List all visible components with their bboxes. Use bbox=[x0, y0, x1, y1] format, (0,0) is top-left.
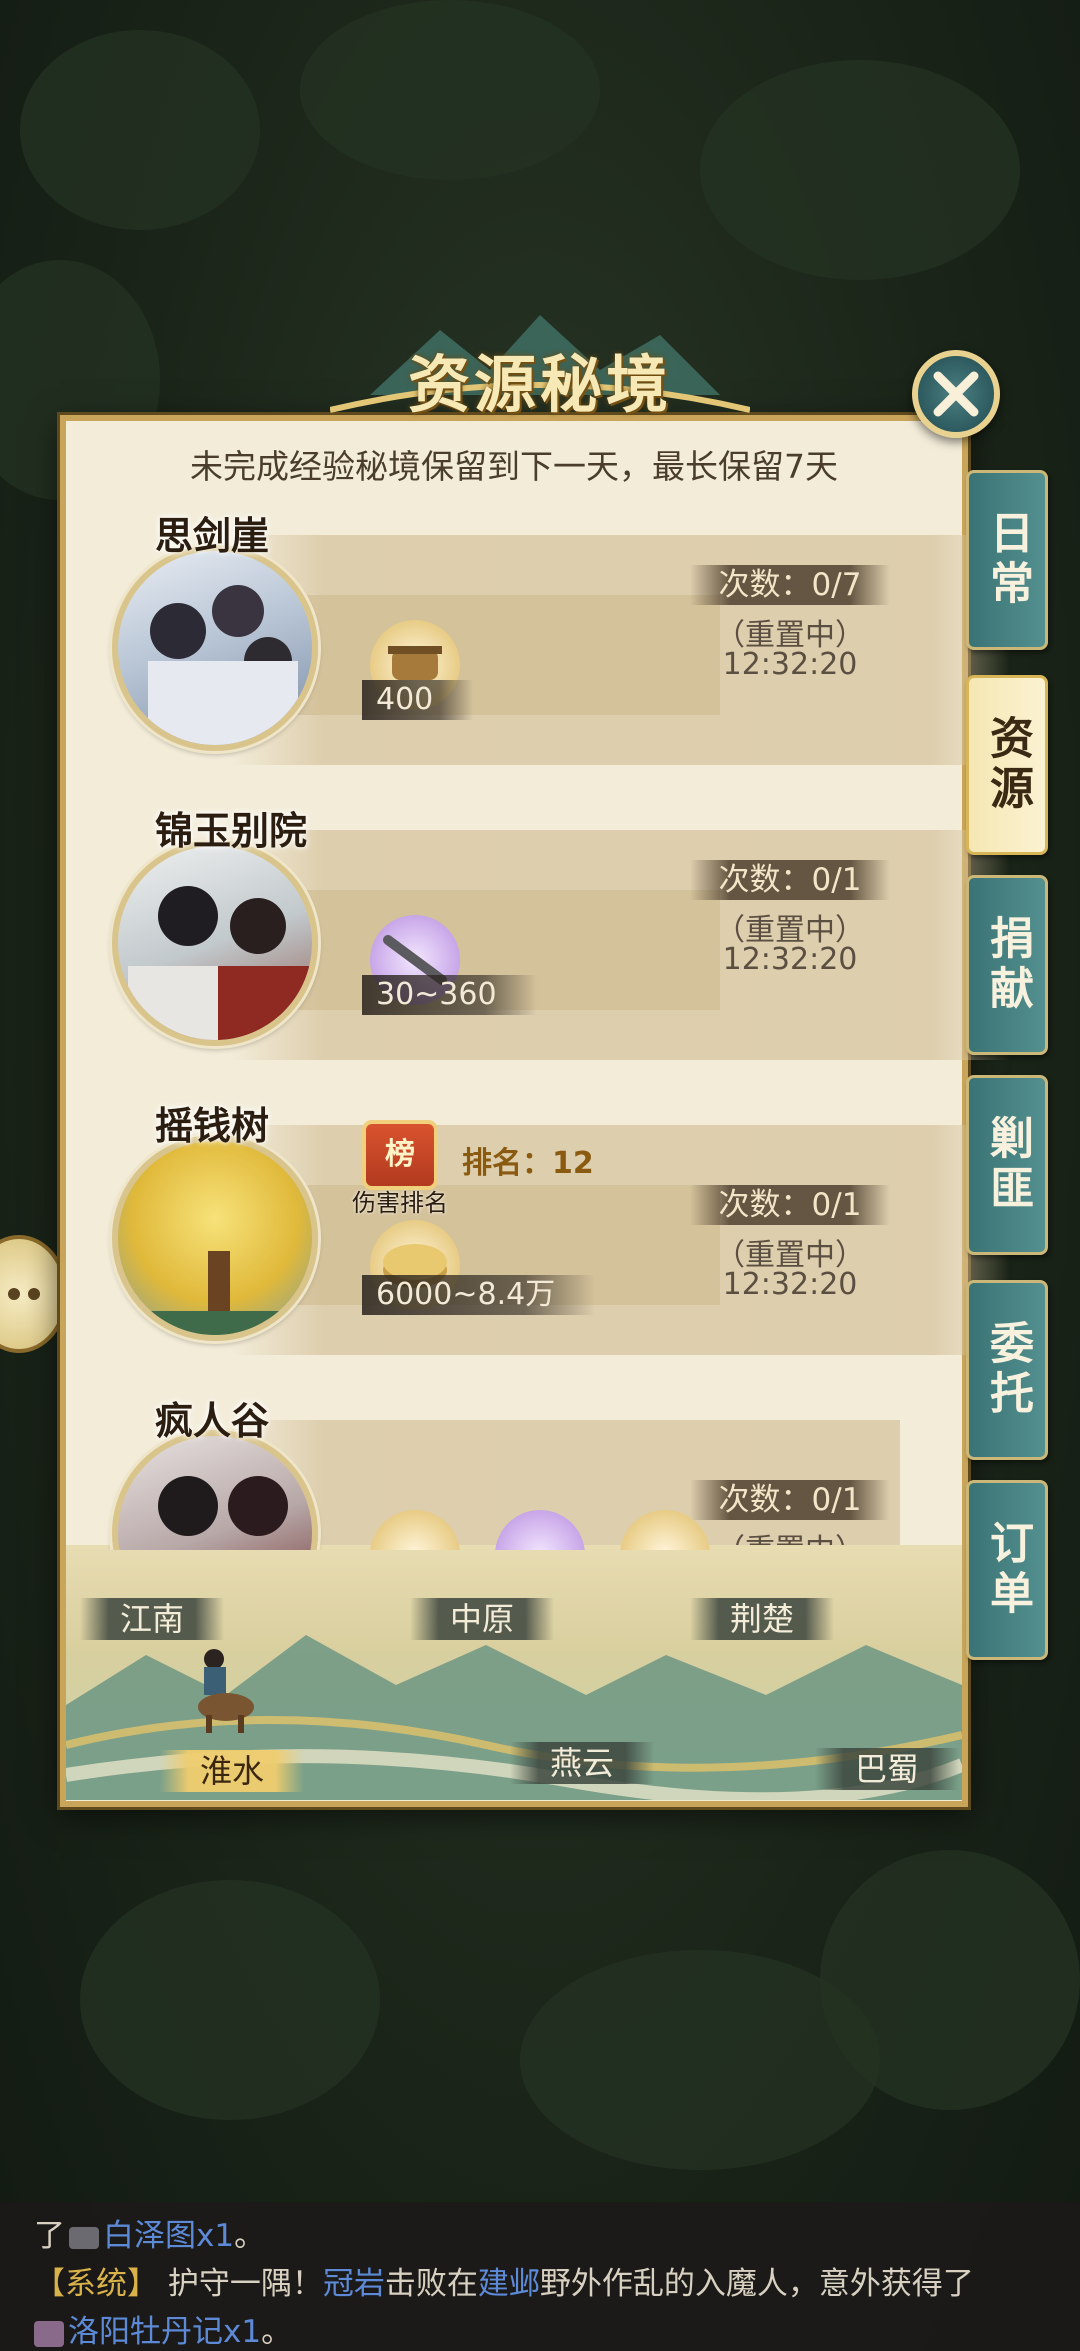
realm-card-sijianya[interactable]: 思剑崖 400 次数：0/7 （重置中） 12:32:20 bbox=[100, 505, 1010, 775]
reward-amount: 30~360 bbox=[362, 975, 537, 1015]
chat-log[interactable]: 了白泽图x1。 【系统】 护守一隅！冠岩击败在建邺野外作乱的入魔人，意外获得了 … bbox=[0, 2202, 1080, 2351]
page-title: 资源秘境 bbox=[407, 348, 672, 421]
close-x-icon bbox=[933, 371, 979, 417]
reset-timer: 12:32:20 bbox=[722, 942, 858, 977]
realm-card-jinyubieyuan[interactable]: 锦玉别院 30~360 次数：0/1 （重置中） 12:32:20 bbox=[100, 800, 1010, 1070]
rank-icon-glyph: 榜 bbox=[385, 1137, 415, 1172]
item-link[interactable]: 洛阳牡丹记x1 bbox=[68, 2314, 261, 2350]
chat-bubble-icon[interactable] bbox=[0, 1235, 68, 1353]
region-jingchu[interactable]: 荆楚 bbox=[690, 1598, 835, 1640]
item-icon bbox=[34, 2320, 64, 2347]
title-ribbon: 资源秘境 bbox=[330, 300, 750, 430]
attempt-count: 次数：0/1 bbox=[690, 860, 890, 900]
realm-name: 思剑崖 bbox=[155, 513, 270, 558]
realm-name: 锦玉别院 bbox=[155, 808, 308, 853]
reset-timer: 12:32:20 bbox=[722, 647, 858, 682]
reset-timer: 12:32:20 bbox=[722, 1267, 858, 1302]
realm-name: 摇钱树 bbox=[155, 1103, 270, 1148]
rank-value: 排名：12 bbox=[462, 1146, 594, 1181]
realm-card-fengrengu[interactable]: 疯人谷 次数：0/1 （重置中） bbox=[100, 1390, 900, 1550]
region-yanyun[interactable]: 燕云 bbox=[510, 1742, 655, 1784]
region-jiangnan[interactable]: 江南 bbox=[80, 1598, 225, 1640]
horse-rider-icon bbox=[186, 1645, 256, 1735]
retention-notice: 未完成经验秘境保留到下一天，最长保留7天 bbox=[190, 447, 838, 486]
reward-amount: 400 bbox=[362, 680, 474, 720]
tab-donate[interactable]: 捐献 bbox=[966, 875, 1048, 1055]
region-huaishui[interactable]: 淮水 bbox=[160, 1750, 305, 1792]
region-bashu[interactable]: 巴蜀 bbox=[815, 1748, 960, 1790]
system-tag: 【系统】 bbox=[34, 2266, 158, 2302]
attempt-count: 次数：0/1 bbox=[690, 1185, 890, 1225]
attempt-count: 次数：0/7 bbox=[690, 565, 890, 605]
player-link[interactable]: 冠岩 bbox=[323, 2266, 385, 2302]
tab-resource[interactable]: 资源 bbox=[966, 675, 1048, 855]
tab-bandit[interactable]: 剿匪 bbox=[966, 1075, 1048, 1255]
ranking-scroll-icon[interactable]: 榜 bbox=[362, 1120, 438, 1190]
reward-amount: 6000~8.4万 bbox=[362, 1275, 596, 1315]
tab-order[interactable]: 订单 bbox=[966, 1480, 1048, 1660]
item-icon bbox=[69, 2226, 99, 2249]
close-button[interactable] bbox=[912, 350, 1000, 438]
attempt-count: 次数：0/1 bbox=[690, 1480, 890, 1520]
chat-line: 【系统】 护守一隅！冠岩击败在建邺野外作乱的入魔人，意外获得了 bbox=[34, 2266, 974, 2302]
realm-portrait bbox=[112, 840, 318, 1046]
place-link[interactable]: 建邺 bbox=[478, 2266, 540, 2302]
realm-portrait bbox=[112, 1135, 318, 1341]
damage-rank-caption: 伤害排名 bbox=[352, 1189, 448, 1217]
tab-daily[interactable]: 日常 bbox=[966, 470, 1048, 650]
realm-portrait bbox=[112, 545, 318, 751]
realm-card-yaoqianshu[interactable]: 摇钱树 榜 伤害排名 排名：12 6000~8.4万 次数：0/1 （重置中） … bbox=[100, 1095, 1010, 1365]
region-zhongyuan[interactable]: 中原 bbox=[410, 1598, 555, 1640]
tab-commission[interactable]: 委托 bbox=[966, 1280, 1048, 1460]
realm-name: 疯人谷 bbox=[155, 1398, 270, 1443]
chat-line: 了白泽图x1。 bbox=[34, 2218, 266, 2254]
chat-line: 洛阳牡丹记x1。 bbox=[34, 2306, 292, 2351]
item-link[interactable]: 白泽图x1 bbox=[103, 2218, 234, 2254]
